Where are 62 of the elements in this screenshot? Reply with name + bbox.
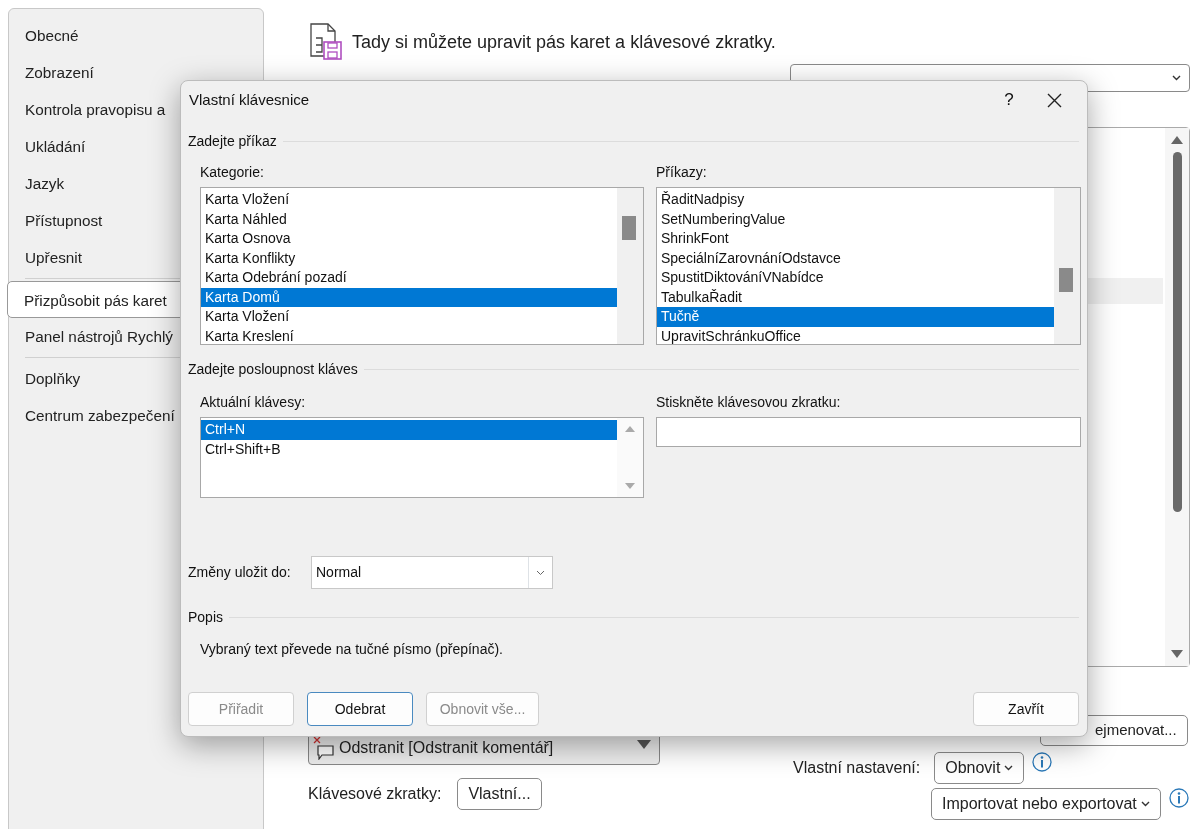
scroll-down-icon — [1171, 650, 1183, 658]
scrollbar[interactable] — [1054, 188, 1080, 344]
section-heading: Popis — [188, 608, 224, 627]
chevron-icon — [1172, 75, 1181, 81]
list-item[interactable]: ŘaditNadpisy — [657, 190, 1054, 210]
save-in-label: Změny uložit do: — [188, 563, 292, 582]
list-item[interactable]: SpeciálníZarovnáníOdstavce — [657, 248, 1054, 268]
list-item[interactable]: ShrinkFont — [657, 229, 1054, 249]
dialog-title: Vlastní klávesnice — [189, 89, 310, 110]
custom-settings-label: Vlastní nastavení: — [793, 757, 921, 778]
dropdown-value: Normal — [315, 563, 363, 582]
reset-button[interactable]: Obnovit — [934, 751, 1025, 784]
field-label: Stiskněte klávesovou zkratku: — [656, 393, 842, 412]
scroll-up-icon — [1171, 136, 1183, 144]
scrollbar[interactable] — [617, 188, 643, 344]
scroll-thumb[interactable] — [1059, 268, 1073, 292]
list-item[interactable]: UpravitSchránkuOffice — [657, 326, 1054, 344]
list-item[interactable]: Karta Kreslení — [201, 326, 617, 344]
scroll-up-icon — [625, 426, 635, 432]
list-item[interactable]: Karta Náhled — [201, 209, 617, 229]
list-item[interactable]: SetNumberingValue — [657, 209, 1054, 229]
list-item[interactable]: Karta Konflikty — [201, 248, 617, 268]
list-item[interactable]: Odstranit [Odstranit komentář] — [339, 736, 554, 760]
info-icon — [1032, 751, 1053, 772]
chevron-icon — [536, 569, 545, 576]
list-item[interactable]: TabulkaŘadit — [657, 287, 1054, 307]
dropdown-arrow-icon — [637, 740, 651, 750]
page-heading: Tady si můžete upravit pás karet a klávesové zkratky. — [352, 30, 776, 54]
sidebar-item[interactable]: Zobrazení — [9, 54, 263, 91]
scrollbar[interactable] — [1165, 128, 1189, 666]
list-item[interactable]: SpustitDiktováníVNabídce — [657, 268, 1054, 288]
list-label: Příkazy: — [656, 163, 708, 182]
close-dialog-button[interactable]: Zavřít — [973, 692, 1079, 726]
list-item[interactable]: Ctrl+N — [201, 420, 617, 440]
scroll-thumb[interactable] — [1172, 152, 1182, 512]
list-item[interactable]: Ctrl+Shift+B — [201, 439, 617, 459]
shortcuts-label: Klávesové zkratky: — [308, 784, 442, 804]
description-text: Vybraný text převede na tučné písmo (přepínač). — [199, 640, 504, 659]
list-item[interactable]: Tučně — [657, 307, 1054, 327]
chevron-icon — [1140, 800, 1150, 807]
list-label: Kategorie: — [200, 163, 265, 182]
scroll-down-icon — [625, 483, 635, 489]
scrollbar[interactable] — [617, 418, 643, 497]
section-heading: Zadejte posloupnost kláves — [188, 360, 358, 379]
dialog-button[interactable]: Odebrat — [307, 692, 413, 726]
customize-ribbon-icon — [308, 22, 344, 62]
chevron-icon — [1004, 764, 1014, 771]
list-label: Aktuální klávesy: — [200, 393, 307, 412]
list-item[interactable]: Karta Vložení — [201, 190, 617, 210]
close-icon — [1046, 92, 1062, 108]
section-heading: Zadejte příkaz — [188, 132, 277, 151]
customize-button[interactable]: Vlastní... — [457, 778, 542, 810]
save-in-dropdown[interactable]: Normal — [311, 556, 553, 589]
import-export-button[interactable]: Importovat nebo exportovat — [931, 787, 1161, 820]
sidebar-item[interactable]: Obecné — [9, 17, 263, 54]
info-icon — [1168, 787, 1189, 808]
help-button[interactable]: ? — [989, 87, 1029, 113]
list-item[interactable]: Karta Domů — [201, 287, 617, 307]
delete-comment-icon — [313, 736, 335, 760]
scroll-thumb[interactable] — [622, 216, 636, 240]
shortcut-input-field[interactable] — [656, 417, 1081, 447]
list-item[interactable]: Karta Osnova — [201, 229, 617, 249]
